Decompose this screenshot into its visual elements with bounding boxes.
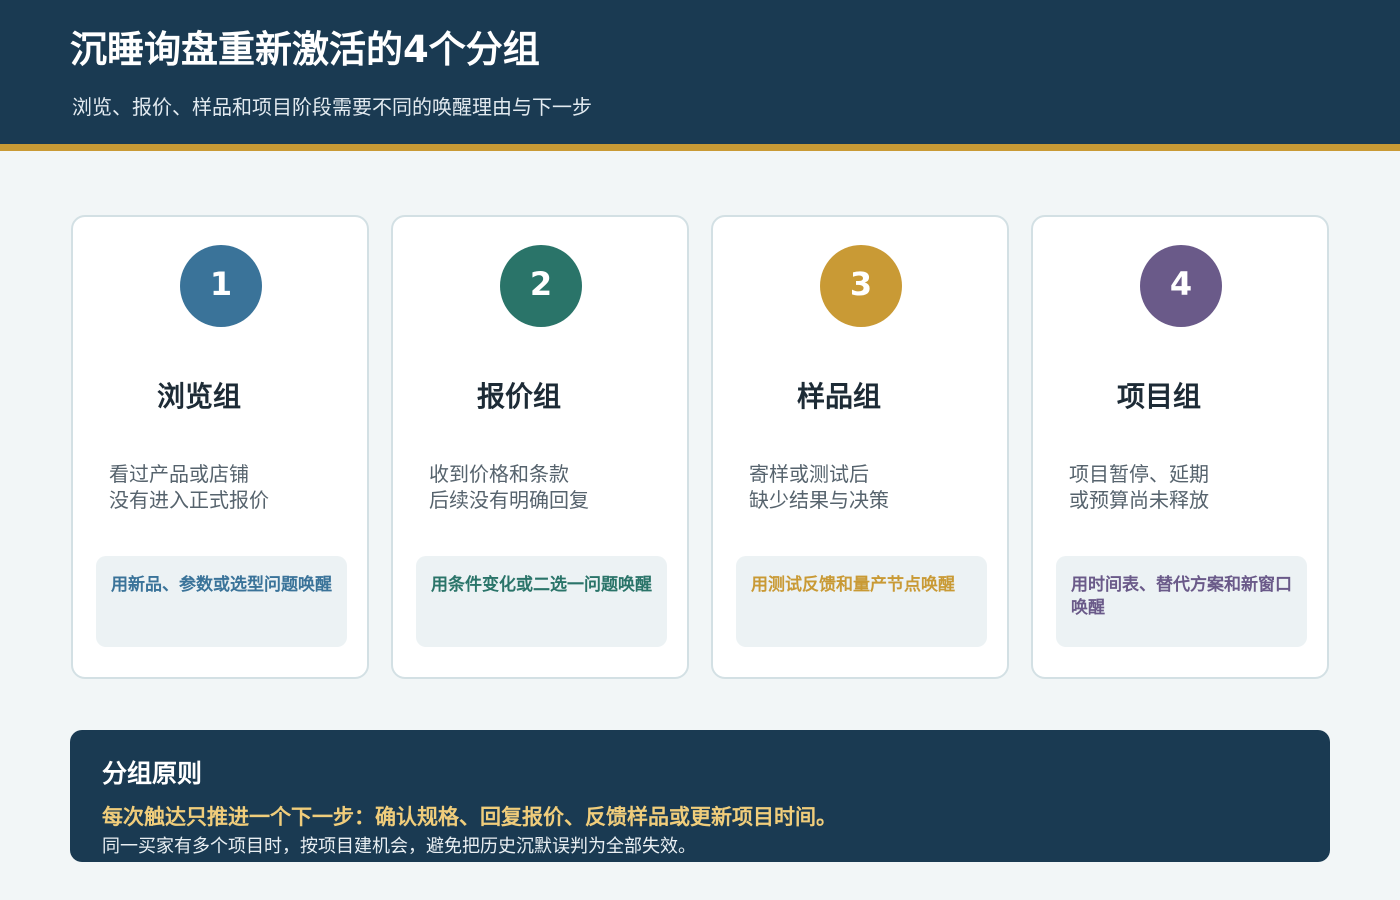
group-description-line: 或预算尚未释放 xyxy=(1069,488,1209,512)
group-number-badge: 1 xyxy=(180,245,262,327)
group-description: 收到价格和条款 后续没有明确回复 xyxy=(429,461,589,513)
group-number-badge: 3 xyxy=(820,245,902,327)
page-title: 沉睡询盘重新激活的4个分组 xyxy=(70,28,540,71)
group-card-sample: 3 样品组 寄样或测试后 缺少结果与决策 用测试反馈和量产节点唤醒 xyxy=(711,215,1009,679)
page-header: 沉睡询盘重新激活的4个分组 浏览、报价、样品和项目阶段需要不同的唤醒理由与下一步 xyxy=(0,0,1400,144)
grouping-principles-panel: 分组原则 每次触达只推进一个下一步：确认规格、回复报价、反馈样品或更新项目时间。… xyxy=(70,730,1330,862)
group-description: 寄样或测试后 缺少结果与决策 xyxy=(749,461,889,513)
group-description-line: 缺少结果与决策 xyxy=(749,488,889,512)
group-description-line: 寄样或测试后 xyxy=(749,462,869,486)
group-title: 样品组 xyxy=(797,380,882,413)
group-description-line: 项目暂停、延期 xyxy=(1069,462,1209,486)
group-card-browse: 1 浏览组 看过产品或店铺 没有进入正式报价 用新品、参数或选型问题唤醒 xyxy=(71,215,369,679)
group-title: 项目组 xyxy=(1117,380,1202,413)
page-subtitle: 浏览、报价、样品和项目阶段需要不同的唤醒理由与下一步 xyxy=(72,95,592,119)
group-description-line: 没有进入正式报价 xyxy=(109,488,269,512)
principles-highlight: 每次触达只推进一个下一步：确认规格、回复报价、反馈样品或更新项目时间。 xyxy=(102,805,837,829)
group-title: 浏览组 xyxy=(157,380,242,413)
group-action-note: 用时间表、替代方案和新窗口唤醒 xyxy=(1056,556,1307,647)
group-action-note: 用条件变化或二选一问题唤醒 xyxy=(416,556,667,647)
group-description-line: 收到价格和条款 xyxy=(429,462,569,486)
group-action-note: 用新品、参数或选型问题唤醒 xyxy=(96,556,347,647)
group-description: 项目暂停、延期 或预算尚未释放 xyxy=(1069,461,1209,513)
group-description: 看过产品或店铺 没有进入正式报价 xyxy=(109,461,269,513)
group-number-badge: 2 xyxy=(500,245,582,327)
group-card-quote: 2 报价组 收到价格和条款 后续没有明确回复 用条件变化或二选一问题唤醒 xyxy=(391,215,689,679)
group-action-note: 用测试反馈和量产节点唤醒 xyxy=(736,556,987,647)
group-card-project: 4 项目组 项目暂停、延期 或预算尚未释放 用时间表、替代方案和新窗口唤醒 xyxy=(1031,215,1329,679)
group-title: 报价组 xyxy=(477,380,562,413)
group-description-line: 后续没有明确回复 xyxy=(429,488,589,512)
principles-body: 同一买家有多个项目时，按项目建机会，避免把历史沉默误判为全部失效。 xyxy=(102,836,696,857)
group-number-badge: 4 xyxy=(1140,245,1222,327)
principles-title: 分组原则 xyxy=(102,759,203,788)
header-divider xyxy=(0,144,1400,151)
group-description-line: 看过产品或店铺 xyxy=(109,462,249,486)
